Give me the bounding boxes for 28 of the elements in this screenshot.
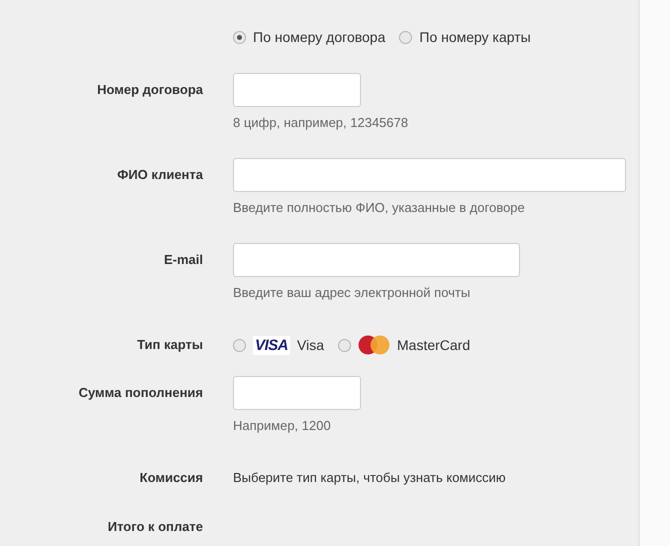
input-field[interactable] xyxy=(233,73,361,107)
radio-button[interactable] xyxy=(399,30,412,44)
radio-option[interactable]: VISA Visa xyxy=(233,336,324,354)
field-hint: 8 цифр, например, 12345678 xyxy=(233,115,408,131)
field-label: Комиссия xyxy=(138,469,203,487)
field-hint: Например, 1200 xyxy=(233,418,332,434)
mastercard-logo-icon xyxy=(358,335,390,355)
field-label: E-mail xyxy=(162,251,203,269)
commission-text: Выберите тип карты, чтобы узнать комиссию xyxy=(233,469,506,487)
radio-option[interactable]: MasterCard xyxy=(338,335,470,355)
radio-button[interactable] xyxy=(233,338,246,352)
radio-label: По номеру карты xyxy=(419,29,531,45)
radio-label: Visa xyxy=(297,337,324,353)
radio-label: MasterCard xyxy=(397,337,470,353)
field-label: Итого к оплате xyxy=(106,518,203,536)
field-label: Сумма пополнения xyxy=(78,384,203,402)
radio-button[interactable] xyxy=(338,338,351,352)
radio-button[interactable] xyxy=(233,30,246,44)
field-label: Тип карты xyxy=(136,336,203,354)
input-field[interactable] xyxy=(233,158,626,192)
field-hint: Введите полностью ФИО, указанные в договоре xyxy=(233,200,526,216)
input-field[interactable] xyxy=(233,376,361,410)
input-field[interactable] xyxy=(233,243,520,277)
field-label: ФИО клиента xyxy=(116,166,203,184)
field-hint: Введите ваш адрес электронной почты xyxy=(233,285,472,301)
visa-logo: VISA xyxy=(253,336,290,354)
radio-option[interactable]: По номеру карты xyxy=(399,29,531,45)
field-label: Номер договора xyxy=(96,81,203,99)
